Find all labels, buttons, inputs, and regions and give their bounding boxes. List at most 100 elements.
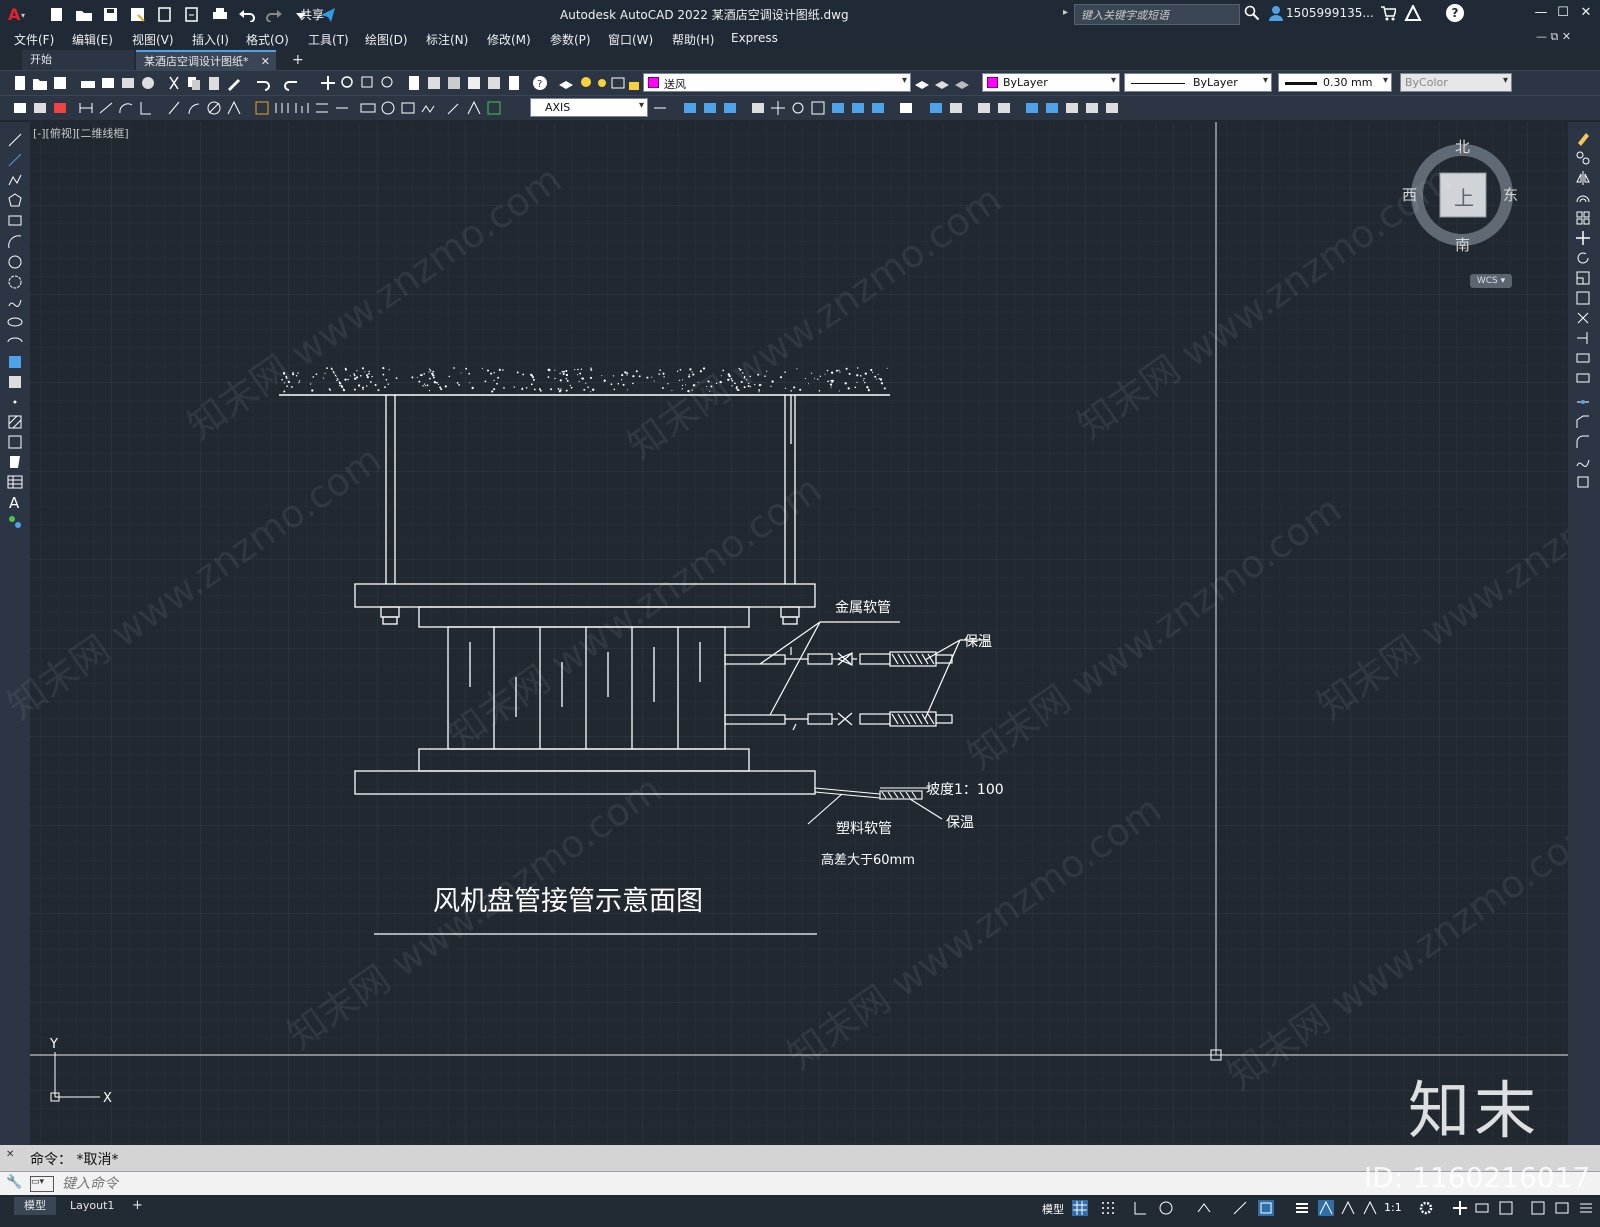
cart-icon[interactable] <box>1380 5 1397 25</box>
autocad-logo-icon[interactable]: A ▾ <box>6 4 28 24</box>
layer-state-icon[interactable] <box>954 75 970 91</box>
lineweight-display-icon[interactable] <box>1294 1200 1310 1216</box>
add-layout-button[interactable]: + <box>122 1197 153 1215</box>
gradient-icon[interactable] <box>7 434 23 450</box>
dimension-space-icon[interactable] <box>314 100 330 116</box>
hatch-icon[interactable] <box>7 414 23 430</box>
tab-active-drawing[interactable]: 某酒店空调设计图纸* ✕ <box>136 50 276 70</box>
erase-icon[interactable] <box>1104 100 1120 116</box>
auto-scale-icon[interactable] <box>1340 1200 1356 1216</box>
undo-icon[interactable] <box>238 6 256 22</box>
circle-icon[interactable] <box>7 254 23 270</box>
close-button[interactable]: ✕ <box>1575 4 1597 22</box>
viewport-controls[interactable]: [-][俯视][二维线框] <box>33 125 129 141</box>
model-space-button[interactable]: 模型 <box>1042 1201 1064 1217</box>
table-icon[interactable] <box>7 474 23 490</box>
jogged-dimension-icon[interactable] <box>186 100 202 116</box>
layer-viewport-icon[interactable] <box>610 75 626 91</box>
redo-icon[interactable] <box>284 75 300 91</box>
markup-icon[interactable] <box>486 75 502 91</box>
layer-isolate-icon[interactable] <box>52 100 68 116</box>
menu-window[interactable]: 窗口(W) <box>608 31 653 48</box>
publish-icon[interactable] <box>120 75 136 91</box>
command-window-handle-icon[interactable]: ✕ <box>6 1149 14 1160</box>
chamfer-icon[interactable] <box>1575 414 1591 430</box>
help-icon[interactable]: ? <box>532 75 548 91</box>
print-icon[interactable] <box>80 75 96 91</box>
open-icon[interactable] <box>32 75 48 91</box>
grid-display-icon[interactable] <box>1072 1200 1088 1216</box>
menu-tools[interactable]: 工具(T) <box>308 31 349 48</box>
break-at-point-icon[interactable] <box>1575 350 1591 366</box>
mirror-icon[interactable] <box>1575 170 1591 186</box>
new-file-icon[interactable] <box>48 6 66 22</box>
compass-east[interactable]: 东 <box>1503 184 1518 205</box>
angular-dimension-icon[interactable] <box>226 100 242 116</box>
dimension-update-icon[interactable] <box>486 100 502 116</box>
search-expand-icon[interactable]: ▸ <box>1063 7 1068 18</box>
menu-insert[interactable]: 插入(I) <box>192 31 229 48</box>
recent-commands-icon[interactable]: ▭▾ <box>30 1176 54 1192</box>
construction-line-icon[interactable] <box>7 152 23 168</box>
quickcalc-icon[interactable] <box>506 75 522 91</box>
command-input[interactable] <box>60 1173 1564 1195</box>
break-icon[interactable] <box>1575 370 1591 386</box>
rotate-icon[interactable] <box>790 100 806 116</box>
user-account[interactable]: 1505999135... <box>1286 6 1374 20</box>
zoom-previous-icon[interactable] <box>380 75 396 91</box>
design-center-icon[interactable] <box>426 75 442 91</box>
trim-icon[interactable] <box>850 100 866 116</box>
customize-icon[interactable]: 🔧 <box>6 1175 22 1190</box>
zoom-window-icon[interactable] <box>360 75 376 91</box>
annotation-visibility-icon[interactable] <box>1318 1200 1334 1216</box>
search-icon[interactable] <box>1244 5 1260 25</box>
qnew-icon[interactable] <box>12 75 28 91</box>
layout1-tab[interactable]: Layout1 <box>60 1197 124 1215</box>
save-icon[interactable] <box>52 75 68 91</box>
ordinate-dimension-icon[interactable] <box>138 100 154 116</box>
ellipse-arc-icon[interactable] <box>7 334 23 350</box>
ellipse-icon[interactable] <box>7 314 23 330</box>
model-layout-tab[interactable]: 模型 <box>14 1197 56 1215</box>
ortho-mode-icon[interactable] <box>1132 1200 1148 1216</box>
paste-icon[interactable] <box>206 75 222 91</box>
close-tab-icon[interactable]: ✕ <box>261 52 270 72</box>
linear-dimension-icon[interactable] <box>78 100 94 116</box>
block-editor-icon[interactable] <box>1084 100 1100 116</box>
wcs-menu[interactable]: WCS ▾ <box>1470 274 1512 288</box>
menu-format[interactable]: 格式(O) <box>246 31 289 48</box>
fullscreen-icon[interactable] <box>1554 1200 1570 1216</box>
layer-previous-icon[interactable] <box>934 75 950 91</box>
new-tab-button[interactable]: + <box>284 50 306 70</box>
scale-icon[interactable] <box>1575 270 1591 286</box>
plot-preview-icon[interactable] <box>100 75 116 91</box>
dimension-edit-icon[interactable] <box>446 100 462 116</box>
quick-dimension-icon[interactable] <box>254 100 270 116</box>
color-dropdown[interactable]: ByLayer ▾ <box>982 73 1120 92</box>
layer-walk-icon[interactable] <box>32 100 48 116</box>
inspection-icon[interactable] <box>400 100 416 116</box>
linetype-dropdown[interactable]: ByLayer ▾ <box>1124 73 1272 92</box>
lineweight-dropdown[interactable]: 0.30 mm ▾ <box>1278 73 1392 92</box>
search-input[interactable]: 键入关键字或短语 <box>1074 4 1240 25</box>
add-selected-icon[interactable] <box>7 514 23 530</box>
extend-icon[interactable] <box>870 100 886 116</box>
polygon-icon[interactable] <box>7 192 23 208</box>
offset-icon[interactable] <box>722 100 738 116</box>
user-icon[interactable] <box>1268 5 1284 25</box>
polyline-icon[interactable] <box>7 172 23 188</box>
isolate-objects-icon[interactable] <box>1530 1200 1546 1216</box>
dimstyle-dropdown[interactable]: AXIS ▾ <box>530 98 648 117</box>
region-icon[interactable] <box>7 454 23 470</box>
offset-icon[interactable] <box>1575 190 1591 206</box>
open-web-icon[interactable] <box>156 6 174 22</box>
copy-icon[interactable] <box>1575 150 1591 166</box>
minimize-button[interactable]: — <box>1530 4 1552 22</box>
menu-file[interactable]: 文件(F) <box>14 31 54 48</box>
dimension-text-edit-icon[interactable] <box>466 100 482 116</box>
jogged-linear-icon[interactable] <box>420 100 436 116</box>
menu-draw[interactable]: 绘图(D) <box>365 31 408 48</box>
erase-icon[interactable] <box>1575 130 1591 146</box>
annotation-monitor-icon[interactable] <box>1452 1200 1468 1216</box>
polar-tracking-icon[interactable] <box>1158 1200 1174 1216</box>
